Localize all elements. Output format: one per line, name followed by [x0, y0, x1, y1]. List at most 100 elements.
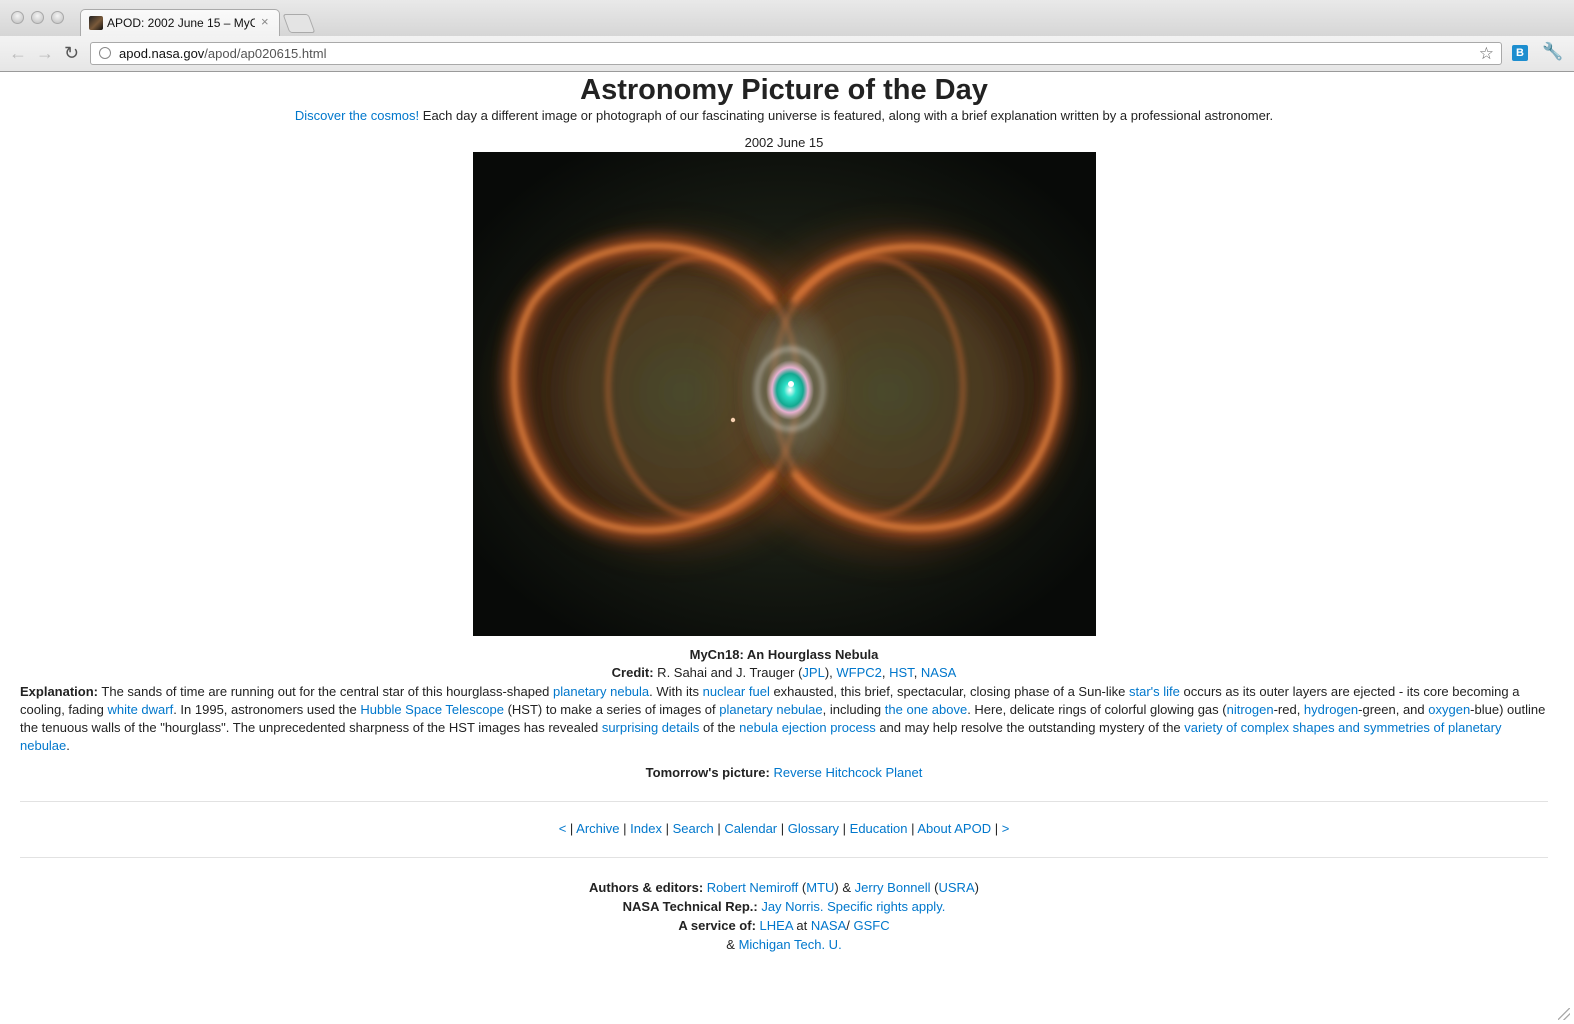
globe-icon — [99, 47, 111, 59]
nav-separator: | — [839, 821, 850, 836]
oxygen-link[interactable]: oxygen — [1428, 702, 1470, 717]
explanation-text: . With its — [649, 684, 703, 699]
browser-titlebar: APOD: 2002 June 15 – MyCn × — [0, 0, 1574, 36]
page-content: Astronomy Picture of the Day Discover th… — [0, 72, 1574, 1024]
next-link[interactable]: > — [1002, 821, 1010, 836]
explanation-text: , including — [822, 702, 885, 717]
picture-date: 2002 June 15 — [744, 135, 824, 150]
education-link[interactable]: Education — [850, 821, 908, 836]
service-label: A service of: — [678, 918, 756, 933]
nav-separator: | — [907, 821, 918, 836]
page-title: Astronomy Picture of the Day — [580, 74, 988, 106]
window-resize-grip[interactable] — [1558, 1008, 1570, 1020]
planetary-nebula-link[interactable]: planetary nebula — [553, 684, 649, 699]
window-minimize-button[interactable] — [31, 11, 44, 24]
browser-tab[interactable]: APOD: 2002 June 15 – MyCn × — [80, 9, 280, 36]
credit-hst-link[interactable]: HST — [889, 665, 914, 680]
authors-line: Authors & editors: Robert Nemiroff (MTU)… — [589, 880, 979, 895]
explanation: Explanation: The sands of time are runni… — [20, 683, 1548, 755]
image-caption: MyCn18: An Hourglass Nebula — [0, 647, 1568, 662]
extension-b-icon[interactable]: B — [1512, 45, 1528, 61]
service-line: A service of: LHEA at NASA/ GSFC — [0, 916, 1568, 935]
lhea-link[interactable]: LHEA — [760, 918, 793, 933]
nav-separator: | — [619, 821, 631, 836]
one-above-link[interactable]: the one above — [885, 702, 967, 717]
credit-jpl-link[interactable]: JPL — [802, 665, 824, 680]
planetary-nebulae-link[interactable]: planetary nebulae — [719, 702, 822, 717]
hourglass-nebula-image[interactable] — [473, 152, 1096, 636]
glossary-link[interactable]: Glossary — [788, 821, 839, 836]
white-dwarf-link[interactable]: white dwarf — [107, 702, 173, 717]
url-host: apod.nasa.gov — [119, 46, 205, 61]
nasa-link[interactable]: NASA — [811, 918, 846, 933]
page-footer: Authors & editors: Robert Nemiroff (MTU)… — [0, 878, 1568, 954]
back-arrow-icon[interactable]: ← — [9, 43, 27, 63]
explanation-text: and may help resolve the outstanding mys… — [875, 720, 1185, 735]
footer-at: at — [792, 918, 811, 933]
nuclear-fuel-link[interactable]: nuclear fuel — [703, 684, 770, 699]
rep-label: NASA Technical Rep.: — [622, 899, 758, 914]
calendar-link[interactable]: Calendar — [724, 821, 777, 836]
credit-wfpc2-link[interactable]: WFPC2 — [836, 665, 882, 680]
nav-separator: | — [991, 821, 1002, 836]
credit-separator: , — [913, 665, 921, 680]
window-zoom-button[interactable] — [51, 11, 64, 24]
search-link[interactable]: Search — [673, 821, 714, 836]
nitrogen-link[interactable]: nitrogen — [1227, 702, 1274, 717]
credit-nasa-link[interactable]: NASA — [921, 665, 956, 680]
explanation-text: -green, and — [1358, 702, 1429, 717]
tagline-text: Each day a different image or photograph… — [419, 108, 1274, 123]
nav-separator: | — [713, 821, 725, 836]
explanation-label: Explanation: — [20, 684, 99, 699]
stars-life-link[interactable]: star's life — [1129, 684, 1180, 699]
archive-link[interactable]: Archive — [576, 821, 619, 836]
surprising-details-link[interactable]: surprising details — [602, 720, 700, 735]
url-path: /apod/ap020615.html — [204, 46, 327, 61]
gsfc-link[interactable]: GSFC — [854, 918, 890, 933]
explanation-text: . Here, delicate rings of colorful glowi… — [967, 702, 1227, 717]
index-link[interactable]: Index — [630, 821, 662, 836]
new-tab-button[interactable] — [282, 14, 316, 33]
tomorrow-label: Tomorrow's picture: — [645, 765, 770, 780]
reload-icon[interactable]: ↻ — [64, 43, 79, 63]
apod-nav: < | Archive | Index | Search | Calendar … — [0, 821, 1568, 836]
about-apod-link[interactable]: About APOD — [917, 821, 991, 836]
rights-link[interactable]: Specific rights apply — [827, 899, 942, 914]
address-bar[interactable]: apod.nasa.gov/apod/ap020615.html ☆ — [90, 42, 1502, 65]
tomorrows-picture: Tomorrow's picture: Reverse Hitchcock Pl… — [0, 765, 1568, 780]
authors-label: Authors & editors: — [589, 880, 704, 895]
hubble-link[interactable]: Hubble Space Telescope — [360, 702, 504, 717]
explanation-text: The sands of time are running out for th… — [98, 684, 554, 699]
footer-slash: / — [846, 918, 854, 933]
mtu-link[interactable]: MTU — [806, 880, 834, 895]
image-credit: Credit: R. Sahai and J. Trauger (JPL), W… — [0, 665, 1568, 680]
michigan-line: & Michigan Tech. U. — [0, 935, 1568, 954]
jerry-bonnell-link[interactable]: Jerry Bonnell — [855, 880, 931, 895]
nebula-ejection-link[interactable]: nebula ejection process — [739, 720, 876, 735]
explanation-text: of the — [699, 720, 740, 735]
hydrogen-link[interactable]: hydrogen — [1304, 702, 1358, 717]
discover-cosmos-link[interactable]: Discover the cosmos! — [295, 108, 419, 123]
browser-toolbar: ← → ↻ apod.nasa.gov/apod/ap020615.html ☆… — [0, 36, 1574, 72]
tagline: Discover the cosmos! Each day a differen… — [0, 108, 1568, 123]
explanation-text: -red, — [1273, 702, 1304, 717]
nav-separator: | — [777, 821, 788, 836]
bookmark-star-icon[interactable]: ☆ — [1479, 44, 1494, 64]
explanation-text: exhausted, this brief, spectacular, clos… — [769, 684, 1129, 699]
window-close-button[interactable] — [11, 11, 24, 24]
divider — [20, 801, 1548, 802]
forward-arrow-icon[interactable]: → — [36, 43, 54, 63]
caption-title: MyCn18: An Hourglass Nebula — [689, 647, 879, 662]
jay-norris-link[interactable]: Jay Norris — [761, 899, 820, 914]
credit-separator: ), — [824, 665, 837, 680]
usra-link[interactable]: USRA — [939, 880, 975, 895]
explanation-text: . — [66, 738, 70, 753]
tab-close-icon[interactable]: × — [261, 14, 269, 29]
michigan-tech-link[interactable]: Michigan Tech. U. — [739, 937, 842, 952]
nebula-graphic — [473, 152, 1096, 636]
url-text[interactable]: apod.nasa.gov/apod/ap020615.html — [119, 46, 326, 61]
divider — [20, 857, 1548, 858]
robert-nemiroff-link[interactable]: Robert Nemiroff — [707, 880, 799, 895]
wrench-menu-icon[interactable]: 🔧 — [1542, 42, 1563, 62]
tomorrow-link[interactable]: Reverse Hitchcock Planet — [773, 765, 922, 780]
